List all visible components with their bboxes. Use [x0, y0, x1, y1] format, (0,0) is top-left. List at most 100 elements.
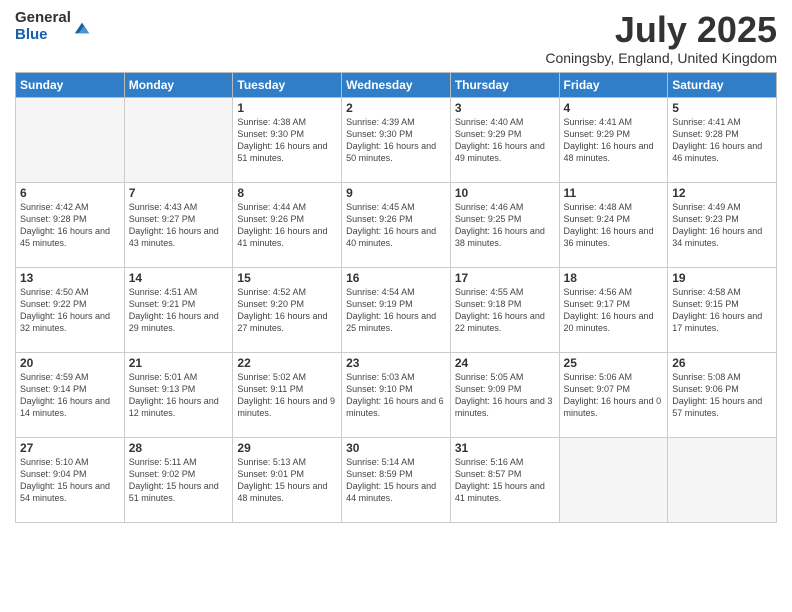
day-number: 21 [129, 356, 229, 370]
table-row: 3Sunrise: 4:40 AM Sunset: 9:29 PM Daylig… [450, 97, 559, 182]
col-tuesday: Tuesday [233, 72, 342, 97]
table-row: 4Sunrise: 4:41 AM Sunset: 9:29 PM Daylig… [559, 97, 668, 182]
day-info: Sunrise: 4:40 AM Sunset: 9:29 PM Dayligh… [455, 116, 555, 165]
table-row [559, 437, 668, 522]
day-number: 17 [455, 271, 555, 285]
table-row: 28Sunrise: 5:11 AM Sunset: 9:02 PM Dayli… [124, 437, 233, 522]
table-row: 5Sunrise: 4:41 AM Sunset: 9:28 PM Daylig… [668, 97, 777, 182]
table-row: 11Sunrise: 4:48 AM Sunset: 9:24 PM Dayli… [559, 182, 668, 267]
day-number: 26 [672, 356, 772, 370]
table-row: 15Sunrise: 4:52 AM Sunset: 9:20 PM Dayli… [233, 267, 342, 352]
day-info: Sunrise: 4:46 AM Sunset: 9:25 PM Dayligh… [455, 201, 555, 250]
table-row: 21Sunrise: 5:01 AM Sunset: 9:13 PM Dayli… [124, 352, 233, 437]
day-info: Sunrise: 4:44 AM Sunset: 9:26 PM Dayligh… [237, 201, 337, 250]
day-number: 14 [129, 271, 229, 285]
day-info: Sunrise: 5:05 AM Sunset: 9:09 PM Dayligh… [455, 371, 555, 420]
col-wednesday: Wednesday [342, 72, 451, 97]
day-info: Sunrise: 4:54 AM Sunset: 9:19 PM Dayligh… [346, 286, 446, 335]
day-number: 12 [672, 186, 772, 200]
calendar-week-row: 13Sunrise: 4:50 AM Sunset: 9:22 PM Dayli… [16, 267, 777, 352]
table-row [16, 97, 125, 182]
table-row: 8Sunrise: 4:44 AM Sunset: 9:26 PM Daylig… [233, 182, 342, 267]
calendar-table: Sunday Monday Tuesday Wednesday Thursday… [15, 72, 777, 523]
day-number: 7 [129, 186, 229, 200]
day-number: 23 [346, 356, 446, 370]
day-info: Sunrise: 4:55 AM Sunset: 9:18 PM Dayligh… [455, 286, 555, 335]
location-subtitle: Coningsby, England, United Kingdom [545, 50, 777, 66]
logo-icon [73, 19, 91, 37]
day-info: Sunrise: 4:41 AM Sunset: 9:29 PM Dayligh… [564, 116, 664, 165]
day-number: 10 [455, 186, 555, 200]
table-row: 10Sunrise: 4:46 AM Sunset: 9:25 PM Dayli… [450, 182, 559, 267]
day-info: Sunrise: 4:38 AM Sunset: 9:30 PM Dayligh… [237, 116, 337, 165]
day-number: 18 [564, 271, 664, 285]
table-row: 16Sunrise: 4:54 AM Sunset: 9:19 PM Dayli… [342, 267, 451, 352]
day-info: Sunrise: 4:50 AM Sunset: 9:22 PM Dayligh… [20, 286, 120, 335]
day-number: 31 [455, 441, 555, 455]
day-info: Sunrise: 4:42 AM Sunset: 9:28 PM Dayligh… [20, 201, 120, 250]
table-row: 23Sunrise: 5:03 AM Sunset: 9:10 PM Dayli… [342, 352, 451, 437]
col-thursday: Thursday [450, 72, 559, 97]
col-friday: Friday [559, 72, 668, 97]
day-info: Sunrise: 5:11 AM Sunset: 9:02 PM Dayligh… [129, 456, 229, 505]
day-number: 16 [346, 271, 446, 285]
table-row: 1Sunrise: 4:38 AM Sunset: 9:30 PM Daylig… [233, 97, 342, 182]
day-info: Sunrise: 4:52 AM Sunset: 9:20 PM Dayligh… [237, 286, 337, 335]
table-row: 18Sunrise: 4:56 AM Sunset: 9:17 PM Dayli… [559, 267, 668, 352]
day-number: 30 [346, 441, 446, 455]
day-info: Sunrise: 4:56 AM Sunset: 9:17 PM Dayligh… [564, 286, 664, 335]
table-row: 25Sunrise: 5:06 AM Sunset: 9:07 PM Dayli… [559, 352, 668, 437]
logo: General Blue [15, 10, 91, 43]
day-info: Sunrise: 4:49 AM Sunset: 9:23 PM Dayligh… [672, 201, 772, 250]
table-row: 29Sunrise: 5:13 AM Sunset: 9:01 PM Dayli… [233, 437, 342, 522]
table-row: 14Sunrise: 4:51 AM Sunset: 9:21 PM Dayli… [124, 267, 233, 352]
table-row: 6Sunrise: 4:42 AM Sunset: 9:28 PM Daylig… [16, 182, 125, 267]
table-row: 26Sunrise: 5:08 AM Sunset: 9:06 PM Dayli… [668, 352, 777, 437]
calendar-week-row: 27Sunrise: 5:10 AM Sunset: 9:04 PM Dayli… [16, 437, 777, 522]
day-info: Sunrise: 5:13 AM Sunset: 9:01 PM Dayligh… [237, 456, 337, 505]
day-number: 25 [564, 356, 664, 370]
day-info: Sunrise: 4:41 AM Sunset: 9:28 PM Dayligh… [672, 116, 772, 165]
day-info: Sunrise: 4:59 AM Sunset: 9:14 PM Dayligh… [20, 371, 120, 420]
table-row: 9Sunrise: 4:45 AM Sunset: 9:26 PM Daylig… [342, 182, 451, 267]
day-number: 15 [237, 271, 337, 285]
day-number: 27 [20, 441, 120, 455]
day-number: 9 [346, 186, 446, 200]
table-row: 17Sunrise: 4:55 AM Sunset: 9:18 PM Dayli… [450, 267, 559, 352]
day-info: Sunrise: 5:06 AM Sunset: 9:07 PM Dayligh… [564, 371, 664, 420]
calendar-header-row: Sunday Monday Tuesday Wednesday Thursday… [16, 72, 777, 97]
table-row: 24Sunrise: 5:05 AM Sunset: 9:09 PM Dayli… [450, 352, 559, 437]
month-title: July 2025 [545, 10, 777, 50]
table-row: 12Sunrise: 4:49 AM Sunset: 9:23 PM Dayli… [668, 182, 777, 267]
day-info: Sunrise: 5:03 AM Sunset: 9:10 PM Dayligh… [346, 371, 446, 420]
table-row: 22Sunrise: 5:02 AM Sunset: 9:11 PM Dayli… [233, 352, 342, 437]
day-info: Sunrise: 5:16 AM Sunset: 8:57 PM Dayligh… [455, 456, 555, 505]
logo-blue-text: Blue [15, 27, 71, 44]
header: General Blue July 2025 Coningsby, Englan… [15, 10, 777, 66]
day-number: 24 [455, 356, 555, 370]
table-row [124, 97, 233, 182]
col-monday: Monday [124, 72, 233, 97]
day-number: 29 [237, 441, 337, 455]
day-number: 3 [455, 101, 555, 115]
day-number: 1 [237, 101, 337, 115]
day-number: 5 [672, 101, 772, 115]
title-area: July 2025 Coningsby, England, United Kin… [545, 10, 777, 66]
day-info: Sunrise: 5:01 AM Sunset: 9:13 PM Dayligh… [129, 371, 229, 420]
table-row: 19Sunrise: 4:58 AM Sunset: 9:15 PM Dayli… [668, 267, 777, 352]
table-row: 27Sunrise: 5:10 AM Sunset: 9:04 PM Dayli… [16, 437, 125, 522]
day-number: 4 [564, 101, 664, 115]
day-info: Sunrise: 5:02 AM Sunset: 9:11 PM Dayligh… [237, 371, 337, 420]
day-number: 8 [237, 186, 337, 200]
day-info: Sunrise: 5:14 AM Sunset: 8:59 PM Dayligh… [346, 456, 446, 505]
table-row: 2Sunrise: 4:39 AM Sunset: 9:30 PM Daylig… [342, 97, 451, 182]
day-number: 22 [237, 356, 337, 370]
day-info: Sunrise: 4:51 AM Sunset: 9:21 PM Dayligh… [129, 286, 229, 335]
day-number: 13 [20, 271, 120, 285]
day-number: 28 [129, 441, 229, 455]
table-row: 31Sunrise: 5:16 AM Sunset: 8:57 PM Dayli… [450, 437, 559, 522]
calendar-week-row: 20Sunrise: 4:59 AM Sunset: 9:14 PM Dayli… [16, 352, 777, 437]
col-sunday: Sunday [16, 72, 125, 97]
day-info: Sunrise: 5:08 AM Sunset: 9:06 PM Dayligh… [672, 371, 772, 420]
day-info: Sunrise: 4:45 AM Sunset: 9:26 PM Dayligh… [346, 201, 446, 250]
